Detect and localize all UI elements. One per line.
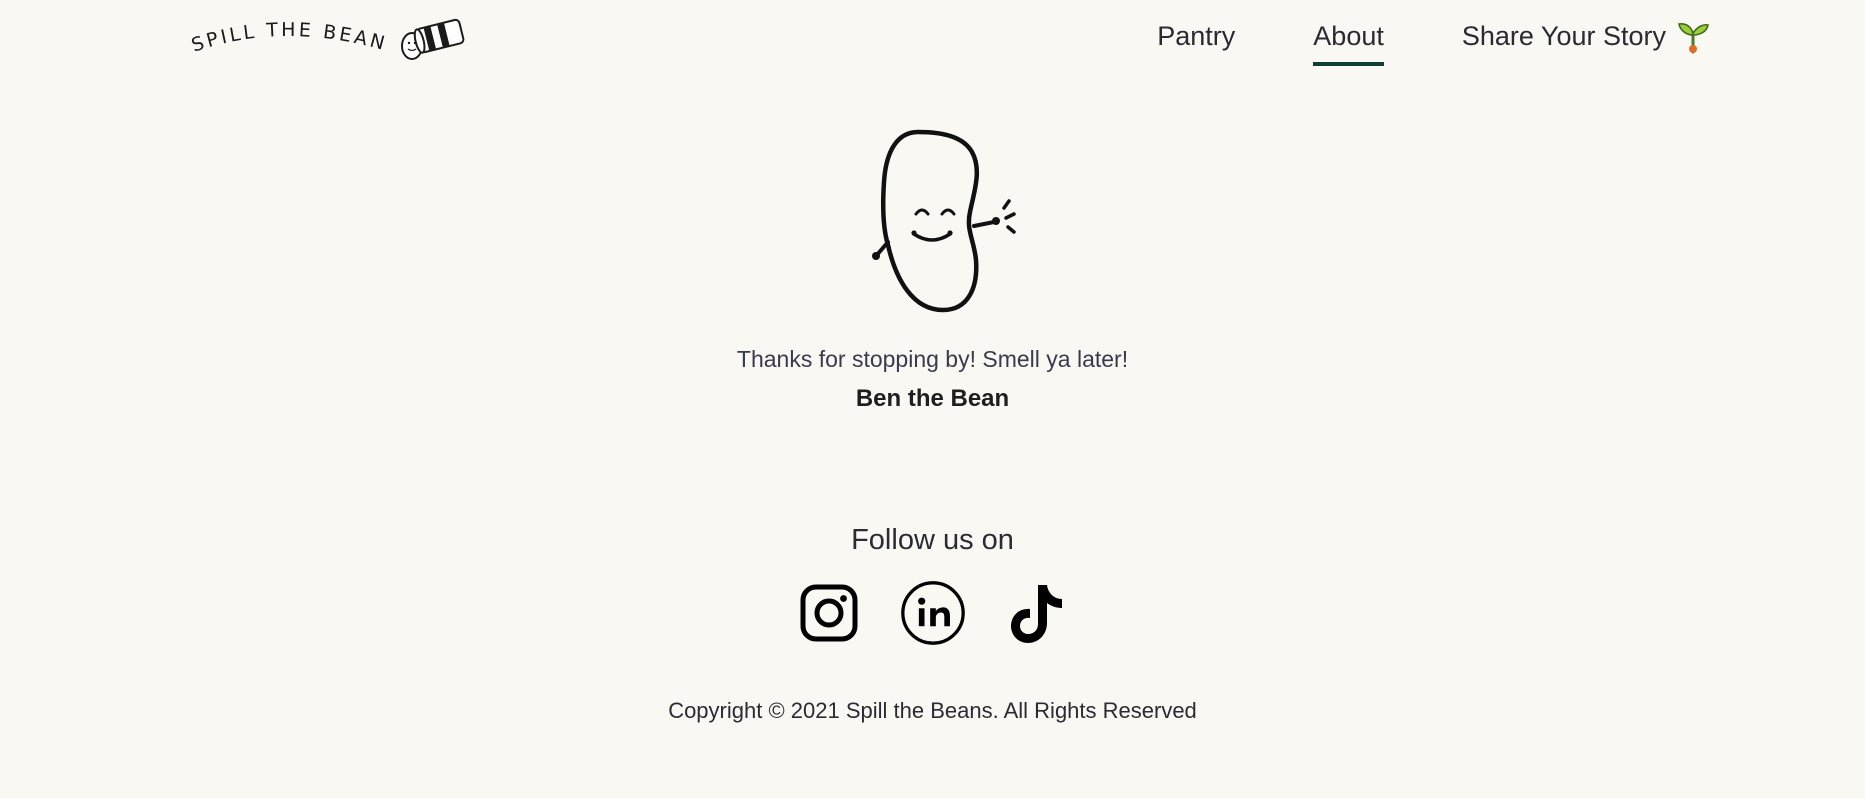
spill-the-beans-logo[interactable]: SPILL THE BEANS (190, 16, 465, 66)
social-links (0, 578, 1865, 648)
site-header: SPILL THE BEANS Pantry About Share Your … (0, 0, 1865, 80)
main-nav: Pantry About Share Your Story (1157, 16, 1710, 66)
nav-pantry[interactable]: Pantry (1157, 16, 1235, 56)
linkedin-link[interactable] (900, 578, 966, 648)
main-content: Thanks for stopping by! Smell ya later! … (0, 120, 1865, 414)
tiktok-link[interactable] (1004, 578, 1070, 648)
follow-us-label: Follow us on (851, 524, 1014, 556)
nav-about[interactable]: About (1313, 16, 1384, 66)
sprout-icon (1678, 23, 1709, 54)
nav-pantry-label: Pantry (1157, 21, 1236, 51)
nav-share-label: Share Your Story (1461, 21, 1666, 51)
tiktok-icon (1010, 585, 1062, 643)
logo-wordmark: SPILL THE BEANS (190, 16, 390, 57)
nav-share-your-story[interactable]: Share Your Story (1462, 16, 1710, 56)
signature: Ben the Bean (855, 385, 1010, 412)
copyright-text: Copyright © 2021 Spill the Beans. All Ri… (668, 698, 1197, 723)
instagram-icon (800, 584, 857, 642)
ben-the-bean-illustration (871, 129, 1016, 313)
nav-about-label: About (1313, 21, 1384, 51)
linkedin-icon (900, 581, 965, 645)
logo-text: SPILL THE BEANS (190, 16, 387, 57)
farewell-message: Thanks for stopping by! Smell ya later! (736, 346, 1129, 372)
bean-can-icon (401, 18, 465, 60)
instagram-link[interactable] (796, 578, 862, 648)
